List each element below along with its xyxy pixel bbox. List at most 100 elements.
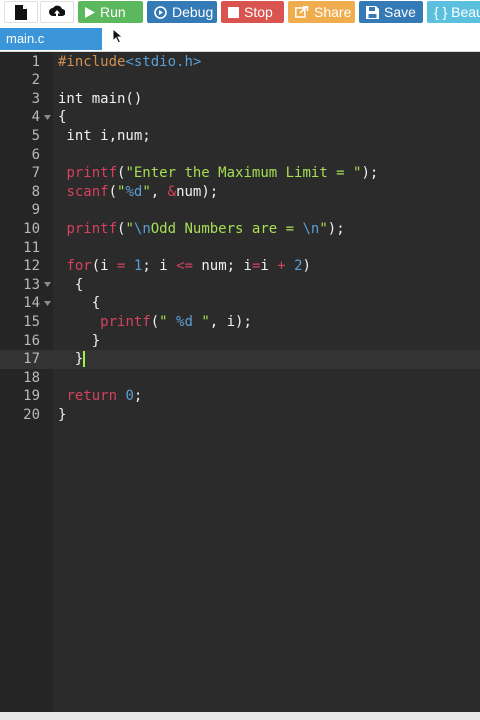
code-line[interactable]: 20}: [0, 406, 480, 425]
upload-icon: [49, 5, 65, 19]
code-token: ": [142, 183, 151, 200]
code-text: {: [58, 294, 100, 313]
code-token: ): [302, 258, 311, 275]
code-text: printf(" %d ", i);: [58, 313, 252, 332]
code-line[interactable]: 3 int main(): [0, 90, 480, 109]
code-line[interactable]: 17 }: [0, 350, 480, 369]
debug-icon: [154, 5, 167, 19]
code-text: }: [58, 350, 86, 369]
mouse-pointer-icon: [112, 27, 124, 44]
tab-label: main.c: [6, 31, 45, 46]
beautify-button[interactable]: { } Beau: [427, 1, 480, 23]
stop-icon: [228, 6, 239, 18]
share-button[interactable]: Share: [288, 1, 355, 23]
fold-arrow-icon[interactable]: [43, 108, 51, 127]
code-token: ": [319, 220, 328, 237]
line-number: 1: [31, 53, 40, 70]
save-button[interactable]: Save: [359, 1, 423, 23]
code-token: ; i: [142, 258, 177, 275]
code-token: (i: [91, 258, 118, 275]
code-text: scanf("%d", &num);: [58, 183, 218, 202]
code-line[interactable]: 2: [0, 71, 480, 90]
fold-arrow-icon[interactable]: [43, 294, 51, 313]
code-token: int i,num;: [58, 127, 151, 144]
code-token: ": [125, 220, 134, 237]
tab-main-c[interactable]: main.c: [0, 28, 102, 50]
line-number: 4: [31, 109, 40, 126]
code-line[interactable]: 14 {: [0, 294, 480, 313]
code-line[interactable]: 16 }: [0, 332, 480, 351]
code-token: &: [167, 183, 177, 200]
code-token: %d: [176, 313, 193, 330]
code-text: printf("\nOdd Numbers are = \n");: [58, 220, 345, 239]
stop-button[interactable]: Stop: [221, 1, 284, 23]
upload-button[interactable]: [40, 1, 74, 23]
code-token: scanf: [66, 183, 109, 200]
code-text: int i,num;: [58, 127, 151, 146]
share-label: Share: [314, 4, 352, 20]
code-line[interactable]: 19 return 0;: [0, 387, 480, 406]
debug-button[interactable]: Debug: [147, 1, 217, 23]
code-text: for(i = 1; i <= num; i=i + 2): [58, 257, 311, 276]
code-token: +: [277, 258, 286, 275]
new-file-button[interactable]: [4, 1, 38, 23]
code-token: Odd Numbers are =: [150, 220, 303, 237]
code-token: {: [58, 109, 67, 126]
code-token: \n: [133, 220, 151, 237]
line-number: 3: [31, 90, 40, 107]
code-token: i: [260, 258, 278, 275]
code-text: {: [58, 276, 83, 295]
play-icon: [85, 6, 95, 18]
code-line[interactable]: 5 int i,num;: [0, 127, 480, 146]
code-line[interactable]: 4{: [0, 108, 480, 127]
floppy-icon: [366, 5, 379, 19]
code-line[interactable]: 7 printf("Enter the Maximum Limit = ");: [0, 164, 480, 183]
code-token: "Enter the Maximum Limit = ": [125, 165, 362, 182]
share-icon: [295, 6, 309, 18]
code-line[interactable]: 6: [0, 146, 480, 165]
fold-arrow-icon[interactable]: [43, 276, 51, 295]
code-line[interactable]: 10 printf("\nOdd Numbers are = \n");: [0, 220, 480, 239]
code-token: ": [192, 313, 210, 330]
code-line[interactable]: 9: [0, 201, 480, 220]
code-token: printf: [100, 313, 151, 330]
code-token: ,: [150, 183, 168, 200]
debug-label: Debug: [172, 4, 214, 20]
line-number: 13: [23, 276, 40, 293]
code-token: return: [66, 388, 118, 405]
code-token: }: [58, 332, 101, 349]
run-label: Run: [100, 4, 126, 20]
line-number: 19: [23, 388, 40, 405]
code-line[interactable]: 1 #include<stdio.h>: [0, 53, 480, 72]
code-token: printf: [66, 220, 118, 237]
run-button[interactable]: Run: [78, 1, 143, 23]
code-text: #include<stdio.h>: [58, 53, 201, 72]
code-token: ;: [133, 388, 143, 405]
line-number: 16: [23, 332, 40, 349]
code-editor[interactable]: 1 #include<stdio.h> 2 3 int main() 4{5 int i,…: [0, 52, 480, 712]
code-token: 2: [294, 258, 303, 275]
code-token: ": [159, 313, 177, 330]
code-token: #include: [58, 53, 126, 70]
code-token: }: [58, 351, 84, 368]
code-line[interactable]: 11: [0, 239, 480, 258]
code-token: );: [327, 220, 345, 237]
code-token: 0: [125, 388, 134, 405]
bottom-panel-edge: [0, 712, 480, 720]
line-number: 5: [31, 127, 40, 144]
code-token: {: [58, 295, 101, 312]
line-number: 11: [23, 239, 40, 256]
code-line[interactable]: 18: [0, 369, 480, 388]
line-number: 2: [31, 72, 40, 89]
text-caret: [83, 351, 86, 368]
code-line[interactable]: 12 for(i = 1; i <= num; i=i + 2): [0, 257, 480, 276]
code-token: %d: [125, 183, 143, 200]
code-token: printf: [66, 165, 118, 182]
code-line[interactable]: 8 scanf("%d", &num);: [0, 183, 480, 202]
code-line[interactable]: 13 {: [0, 276, 480, 295]
code-token: num; i: [192, 258, 252, 275]
code-line[interactable]: 15 printf(" %d ", i);: [0, 313, 480, 332]
code-text: {: [58, 108, 66, 127]
code-token: {: [58, 276, 84, 293]
